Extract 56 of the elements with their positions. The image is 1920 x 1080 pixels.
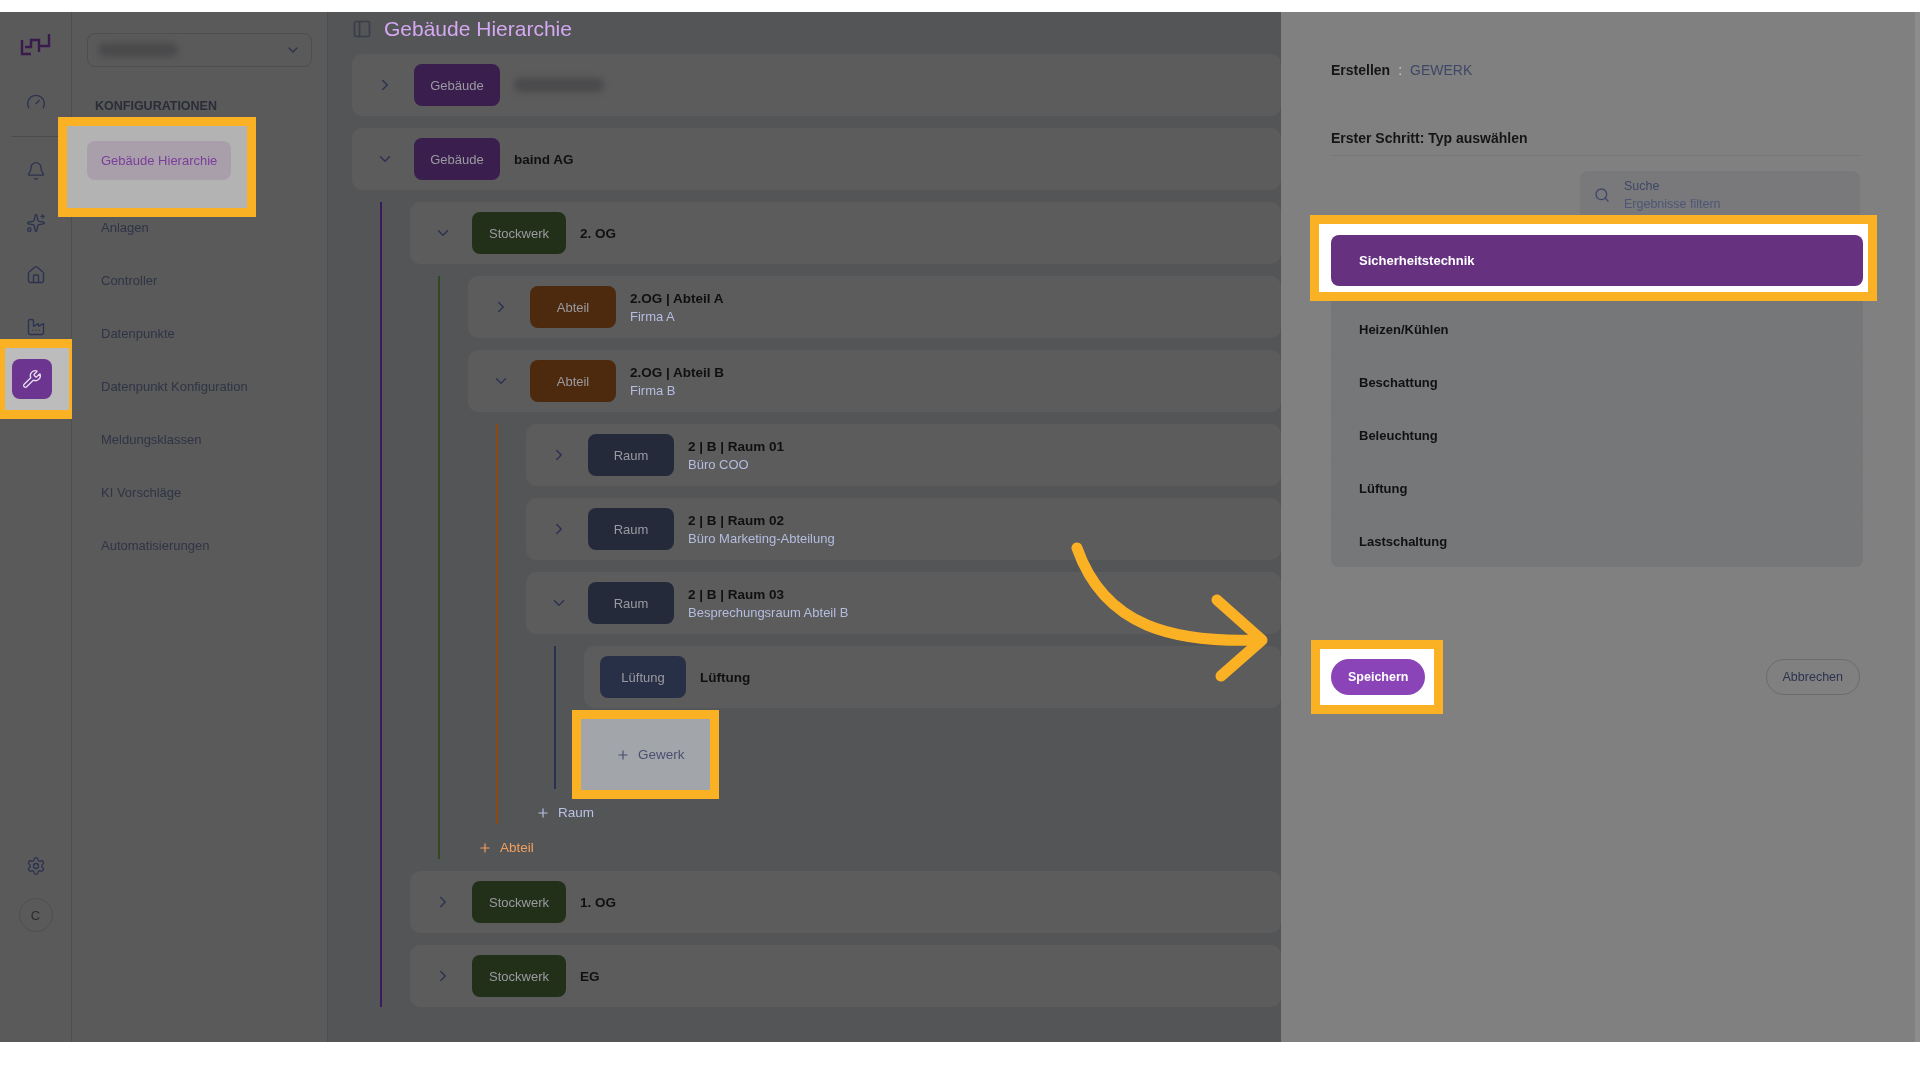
type-badge: Raum (588, 508, 674, 550)
tree-row[interactable]: Gebäude baind AG (352, 128, 1281, 190)
node-title: 2 | B | Raum 03 (688, 586, 786, 602)
sidebar-toggle-icon[interactable] (352, 19, 372, 39)
type-badge: Gebäude (414, 64, 500, 106)
node-title: baind AG (514, 151, 574, 167)
tree-row[interactable]: Lüftung Lüftung (584, 646, 1281, 708)
type-badge: Abteil (530, 360, 616, 402)
node-title: 1. OG (580, 894, 616, 910)
search-label: Suche (1624, 179, 1661, 193)
node-subtitle: Besprechungsraum Abteil B (688, 604, 849, 620)
type-badge: Raum (588, 582, 674, 624)
tree-row[interactable]: Stockwerk 1. OG (410, 871, 1281, 933)
page-title: Gebäude Hierarchie (384, 17, 572, 41)
type-badge: Raum (588, 434, 674, 476)
breadcrumb-separator: : (1398, 62, 1403, 78)
node-title: Lüftung (700, 669, 751, 685)
tree-row[interactable]: Gebäude (352, 54, 1281, 116)
add-button[interactable]: Raum (526, 801, 604, 824)
nav-link[interactable]: Gebäude Hierarchie (87, 141, 232, 180)
type-badge: Gebäude (414, 138, 500, 180)
tree-row[interactable]: Stockwerk EG (410, 945, 1281, 1007)
plus-icon (536, 805, 550, 820)
save-button[interactable]: Speichern (1331, 659, 1426, 695)
tree-row[interactable]: Abteil 2.OG | Abteil B Firma B (468, 350, 1281, 412)
node-title: 2. OG (580, 225, 616, 241)
node-subtitle: Büro Marketing-Abteilung (688, 530, 835, 546)
step-title: Erster Schritt: Typ auswählen (1331, 130, 1860, 156)
search-icon (1594, 187, 1610, 203)
type-badge: Lüftung (600, 656, 686, 698)
node-title: EG (580, 968, 600, 984)
node-title: 2.OG | Abteil B (630, 364, 725, 380)
node-title: 2.OG | Abteil A (630, 290, 724, 306)
type-badge: Stockwerk (472, 212, 566, 254)
type-option[interactable]: Sicherheitstechnik (1331, 235, 1863, 286)
node-subtitle: Firma B (630, 382, 677, 398)
node-subtitle: Firma A (630, 308, 676, 324)
breadcrumb-action: Erstellen (1331, 62, 1391, 78)
type-badge: Abteil (530, 286, 616, 328)
wrench-icon[interactable] (11, 359, 52, 399)
tree-row[interactable]: Raum 2 | B | Raum 01 Büro COO (526, 424, 1281, 486)
tree-row[interactable]: Abteil 2.OG | Abteil A Firma A (468, 276, 1281, 338)
settings-icon[interactable] (25, 856, 46, 876)
project-dropdown[interactable] (87, 33, 312, 67)
type-badge: Stockwerk (472, 881, 566, 923)
tree-row[interactable]: Raum 2 | B | Raum 02 Büro Marketing-Abteilung (526, 498, 1281, 560)
node-title: 2 | B | Raum 02 (688, 512, 786, 528)
node-title: 2 | B | Raum 01 (688, 438, 785, 454)
plus-icon (616, 747, 630, 762)
breadcrumb-target: GEWERK (1410, 62, 1473, 78)
plus-icon (478, 840, 492, 855)
node-subtitle: Büro COO (688, 456, 750, 472)
tree-row[interactable]: Stockwerk 2. OG (410, 202, 1281, 264)
type-badge: Stockwerk (472, 955, 566, 997)
add-button[interactable]: Abteil (468, 836, 544, 859)
tree-row[interactable]: Raum 2 | B | Raum 03 Besprechungsraum Abteil B (526, 572, 1281, 634)
